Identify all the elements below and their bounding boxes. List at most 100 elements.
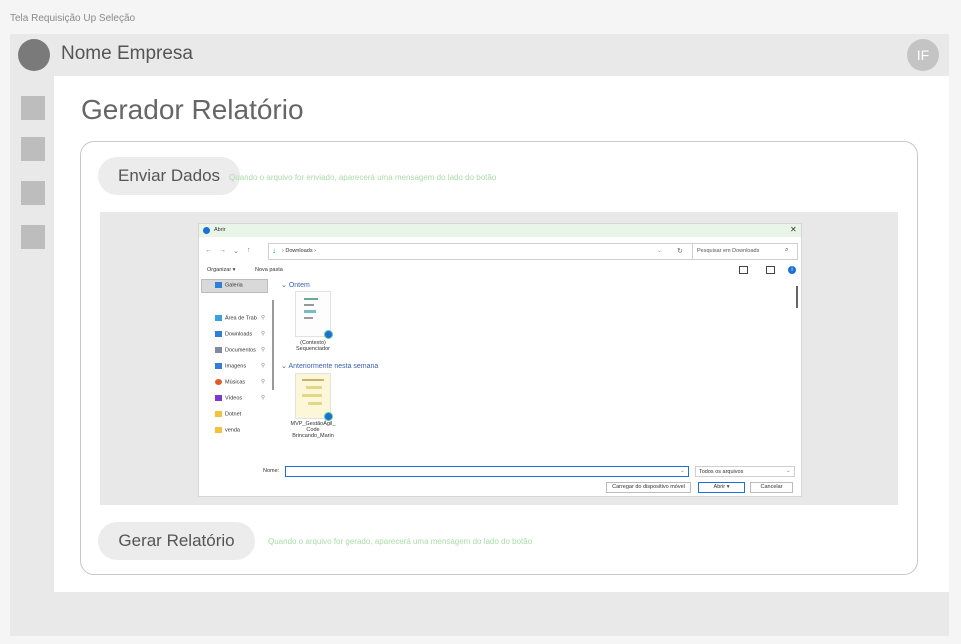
images-icon	[215, 363, 222, 369]
tree-item-label: Músicas	[225, 379, 246, 386]
refresh-icon[interactable]: ↻	[677, 247, 683, 255]
file-type-select[interactable]: Todos os arquivos ⌄	[695, 466, 795, 477]
thumb-line	[304, 304, 314, 306]
search-icon: ⌕	[785, 247, 789, 253]
pin-icon: ⚲	[261, 395, 266, 401]
send-status-message: Quando o arquivo for enviado, aparecerá …	[229, 173, 497, 182]
group-earlier-this-week[interactable]: ⌄ Anteriormente nesta semana	[281, 362, 378, 370]
user-avatar[interactable]: IF	[907, 39, 939, 71]
address-path: › Downloads ›	[282, 248, 316, 254]
search-placeholder: Pesquisar em Downloads	[697, 248, 760, 254]
cancel-button[interactable]: Cancelar	[750, 482, 793, 493]
file-thumbnail[interactable]	[295, 373, 333, 421]
thumb-line	[308, 402, 322, 405]
upload-from-mobile-button[interactable]: Carregar do dispositivo móvel	[606, 482, 691, 493]
new-folder-button[interactable]: Nova pasta	[255, 267, 283, 273]
tree-item-label: venda	[225, 427, 240, 434]
tree-item-galeria[interactable]: Galeria	[215, 282, 243, 292]
main-content: Gerador Relatório Enviar Dados Quando o …	[54, 76, 949, 592]
preview-pane-icon[interactable]	[766, 266, 775, 274]
app-frame: Nome Empresa IF Gerador Relatório Enviar…	[10, 34, 949, 636]
tree-item-label: Downloads	[225, 331, 253, 338]
folder-icon	[215, 411, 222, 417]
music-icon	[215, 379, 222, 385]
file-dialog-screenshot: Abrir ✕ ← → ⌄ ↑ ↓ › Downloads › ⌄ ↻ Pesq…	[100, 212, 898, 505]
pin-icon: ⚲	[261, 363, 266, 369]
download-icon	[215, 331, 222, 337]
address-bar[interactable]: ↓ › Downloads › ⌄	[268, 243, 694, 260]
tree-item-music[interactable]: Músicas ⚲	[215, 379, 265, 389]
pin-icon: ⚲	[261, 379, 266, 385]
tree-item-label: Imagens	[225, 363, 247, 370]
documents-icon	[215, 347, 222, 353]
info-icon[interactable]: i	[788, 266, 796, 274]
tree-item-label: Dotnet	[225, 411, 242, 418]
group-label: Ontem	[288, 282, 310, 289]
report-status-message: Quando o arquivo for gerado, aparecerá u…	[268, 537, 533, 546]
company-logo	[18, 39, 50, 71]
history-chevron-icon[interactable]: ⌄	[233, 247, 239, 255]
chevron-down-icon: ⌄	[786, 468, 791, 474]
file-list-scrollbar[interactable]	[796, 286, 798, 308]
sidebar	[10, 76, 54, 592]
sidebar-item-3[interactable]	[21, 181, 45, 205]
page-title: Gerador Relatório	[81, 94, 304, 125]
open-file-dialog: Abrir ✕ ← → ⌄ ↑ ↓ › Downloads › ⌄ ↻ Pesq…	[198, 223, 802, 497]
report-card: Enviar Dados Quando o arquivo for enviad…	[80, 141, 918, 575]
up-arrow-icon[interactable]: ↑	[247, 247, 251, 254]
view-options-icon[interactable]	[739, 266, 748, 274]
gallery-icon	[215, 282, 222, 288]
edge-icon	[324, 330, 333, 339]
tree-item-dotnet[interactable]: Dotnet	[215, 411, 241, 421]
sidebar-item-2[interactable]	[21, 137, 45, 161]
thumb-line	[302, 394, 322, 397]
videos-icon	[215, 395, 222, 401]
top-bar: Nome Empresa IF	[10, 34, 949, 76]
dialog-toolbar: Organizar ▾ Nova pasta i	[199, 264, 801, 278]
open-button[interactable]: Abrir ▾	[698, 482, 745, 493]
tree-scrollbar[interactable]	[272, 300, 274, 390]
filename-input[interactable]: ⌄	[285, 466, 689, 477]
file-name: MVP_GestãoÁgil_ Code Brincando_Marin	[290, 421, 336, 439]
navigation-tree: Galeria Área de Trab ⚲ Downloads ⚲ Documen…	[199, 278, 275, 462]
company-name: Nome Empresa	[61, 43, 193, 64]
chevron-down-icon[interactable]: ⌄	[680, 468, 685, 474]
pin-icon: ⚲	[261, 315, 266, 321]
close-icon[interactable]: ✕	[790, 225, 797, 234]
forward-arrow-icon[interactable]: →	[219, 247, 226, 254]
file-list: ⌄ Ontem (Contexto) Sequenciador ⌄ Anteri…	[281, 278, 799, 460]
tree-item-label: Documentos	[225, 347, 256, 354]
chevron-down-icon[interactable]: ⌄	[657, 247, 662, 254]
file-thumbnail[interactable]	[295, 291, 333, 339]
search-input[interactable]: Pesquisar em Downloads ⌕	[692, 243, 798, 260]
edge-icon	[203, 227, 210, 234]
tree-item-documents[interactable]: Documentos ⚲	[215, 347, 265, 357]
file-name: (Contexto) Sequenciador	[296, 340, 330, 352]
sidebar-item-1[interactable]	[21, 96, 45, 120]
file-type-value: Todos os arquivos	[699, 469, 744, 475]
filename-row: Nome: ⌄ Todos os arquivos ⌄	[199, 465, 801, 479]
back-arrow-icon[interactable]: ←	[205, 247, 212, 254]
send-data-button[interactable]: Enviar Dados	[98, 157, 241, 195]
generate-report-button[interactable]: Gerar Relatório	[98, 522, 255, 560]
dialog-button-row: Carregar do dispositivo móvel Abrir ▾ Ca…	[199, 482, 801, 496]
screen-caption: Tela Requisição Up Seleção	[10, 13, 136, 24]
tree-item-label: Vídeos	[225, 395, 243, 402]
sidebar-item-4[interactable]	[21, 225, 45, 249]
tree-item-downloads[interactable]: Downloads ⚲	[215, 331, 265, 341]
thumb-line	[304, 310, 316, 313]
organize-menu[interactable]: Organizar ▾	[207, 267, 235, 273]
tree-item-desktop[interactable]: Área de Trab ⚲	[215, 315, 265, 325]
tree-item-videos[interactable]: Vídeos ⚲	[215, 395, 265, 405]
thumb-line	[302, 379, 324, 381]
group-yesterday[interactable]: ⌄ Ontem	[281, 281, 310, 289]
thumb-line	[304, 298, 318, 300]
tree-item-images[interactable]: Imagens ⚲	[215, 363, 265, 373]
thumb-line	[306, 386, 322, 389]
pin-icon: ⚲	[261, 331, 266, 337]
chevron-down-icon[interactable]: ▾	[727, 484, 730, 490]
dialog-titlebar: Abrir ✕	[199, 224, 801, 237]
open-button-label: Abrir	[713, 484, 726, 490]
tree-item-venda[interactable]: venda	[215, 427, 240, 437]
download-icon: ↓	[272, 246, 276, 255]
